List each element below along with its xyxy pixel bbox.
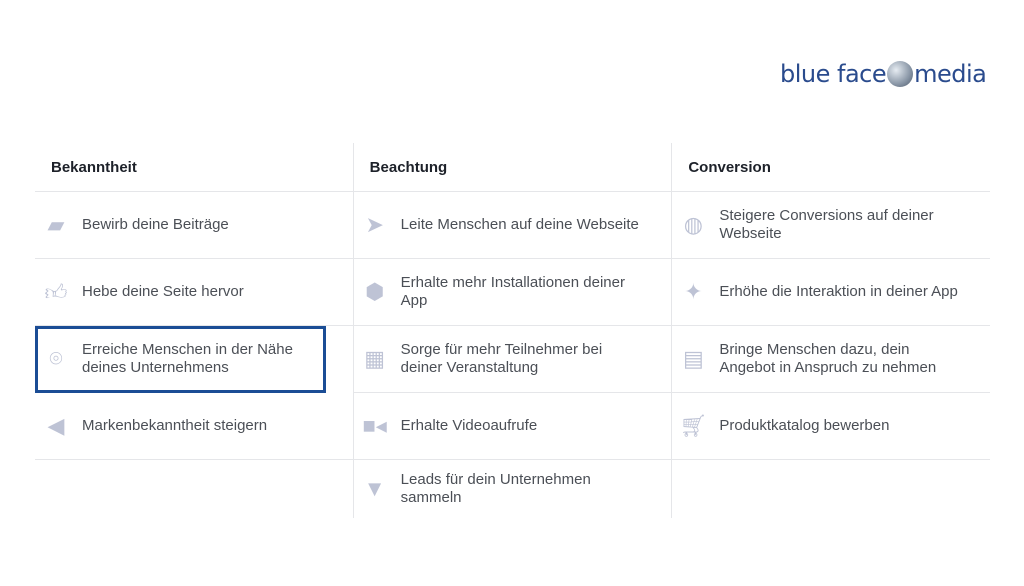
thumbs-up-icon: 👍︎ [44, 279, 68, 305]
box-icon: ⬢ [365, 279, 385, 304]
column-heading: Beachtung [353, 143, 672, 192]
objective-item[interactable]: ◀ Markenbekanntheit steigern [35, 393, 353, 460]
objective-label: Sorge für mehr Teilnehmer bei deiner Ver… [400, 341, 603, 376]
logo-text-left: blue face [780, 60, 887, 88]
calendar-icon: ▦ [364, 346, 386, 371]
megaphone-icon: ◀ [47, 413, 65, 438]
objective-item[interactable]: 🛒︎ Produktkatalog bewerben [672, 393, 991, 460]
objective-label: Leads für dein Unternehmen sammeln [400, 471, 591, 506]
objective-label: Markenbekanntheit steigern [82, 417, 268, 434]
column-heading: Conversion [672, 143, 991, 192]
objective-item[interactable]: 👍︎ Hebe deine Seite hervor [35, 259, 353, 326]
logo-text-right: media [914, 60, 987, 88]
map-pin-icon: ⌾ [49, 346, 63, 371]
column-bekanntheit: Bekanntheit ▰ Bewirb deine Beiträge 👍︎ Heb… [35, 143, 353, 518]
objective-grid: Bekanntheit ▰ Bewirb deine Beiträge 👍︎ Heb… [35, 143, 991, 518]
globe-icon: ◍ [683, 212, 703, 237]
video-camera-icon: ■◂ [362, 413, 387, 438]
objective-label: Erhöhe die Interaktion in deiner App [719, 283, 958, 300]
column-conversion: Conversion ◍ Steigere Conversions auf dei… [671, 143, 991, 518]
objective-label: Hebe deine Seite hervor [82, 283, 244, 300]
objective-label: Produktkatalog bewerben [719, 417, 890, 434]
shopping-cart-icon: 🛒︎ [679, 413, 708, 438]
objective-item[interactable]: ▰ Bewirb deine Beiträge [35, 192, 353, 259]
objective-item[interactable]: ▤ Bringe Menschen dazu, dein Angebot in A… [672, 326, 991, 393]
objective-item[interactable]: ▼ Leads für dein Unternehmen sammeln [354, 460, 672, 518]
column-beachtung: Beachtung ➤ Leite Menschen auf deine Webs… [352, 143, 672, 518]
objective-item[interactable]: ▦ Sorge für mehr Teilnehmer bei deiner Ve… [353, 326, 672, 393]
storefront-icon: ▤ [682, 346, 704, 371]
blue-face-media-logo: blue face media [780, 60, 987, 88]
objective-label: Erhalte mehr Installationen deiner App [400, 274, 625, 309]
objective-label: Erhalte Videoaufrufe [400, 417, 538, 434]
objective-label: Leite Menschen auf deine Webseite [400, 216, 639, 233]
objective-label: Bewirb deine Beiträge [82, 216, 229, 233]
cursor-icon: ➤ [365, 212, 384, 237]
funnel-icon: ▼ [363, 476, 386, 501]
column-heading: Bekanntheit [35, 143, 353, 192]
objective-item[interactable]: ⬢ Erhalte mehr Installationen deiner App [353, 259, 672, 326]
objective-item-selected[interactable]: ⌾ Erreiche Menschen in der Nähe deines Un… [35, 326, 326, 393]
objective-item[interactable]: ➤ Leite Menschen auf deine Webseite [353, 192, 672, 259]
objective-item[interactable]: ✦ Erhöhe die Interaktion in deiner App [672, 259, 991, 326]
speech-bubbles-icon: ▰ [47, 212, 65, 237]
objective-label: Erreiche Menschen in der Nähe deines Unt… [82, 341, 293, 376]
objective-item[interactable]: ◍ Steigere Conversions auf deiner Webseit… [672, 192, 991, 259]
objective-label: Steigere Conversions auf deiner Webseite [719, 207, 934, 242]
globe-icon [887, 61, 914, 87]
gamepad-icon: ✦ [684, 279, 703, 304]
objective-item[interactable]: ■◂ Erhalte Videoaufrufe [353, 393, 672, 460]
objective-label: Bringe Menschen dazu, dein Angebot in An… [719, 341, 937, 376]
